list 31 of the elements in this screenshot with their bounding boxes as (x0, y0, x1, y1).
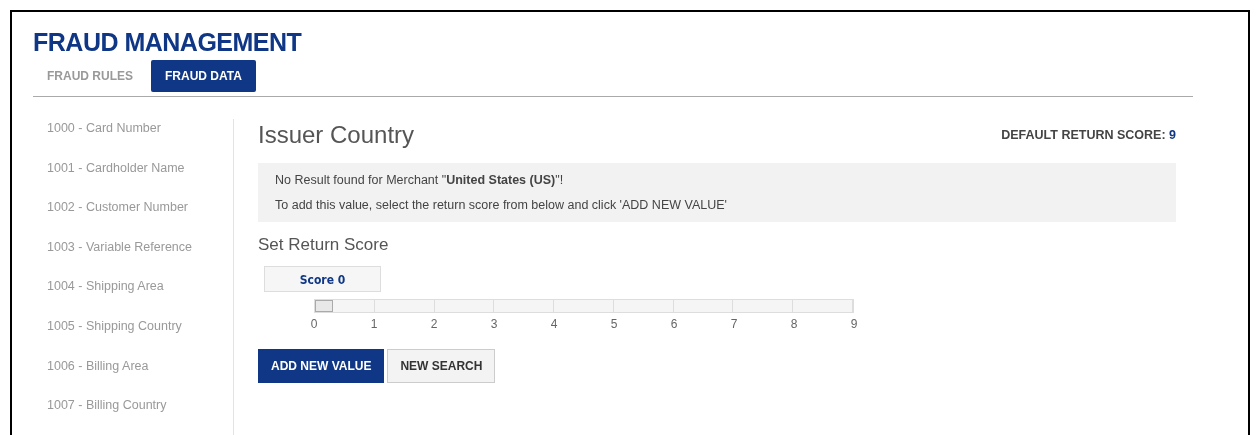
tick-label: 5 (610, 317, 618, 331)
tick-label: 3 (490, 317, 498, 331)
sidebar-item[interactable]: 1001 - Cardholder Name (47, 160, 185, 175)
slider-thumb[interactable] (315, 300, 333, 312)
score-tooltip: Score 0 (264, 266, 381, 292)
tick-label: 8 (790, 317, 798, 331)
section-heading: Issuer Country (258, 121, 415, 149)
page-title: FRAUD MANAGEMENT (33, 28, 303, 56)
section-label: Set Return Score (258, 235, 390, 255)
tab[interactable]: FRAUD RULES (33, 60, 147, 92)
notice-text: To add this value, select the return score from below and click 'ADD NEW VALUE' (275, 198, 728, 212)
sidebar-item[interactable]: 1006 - Billing Area (47, 358, 149, 373)
tick-label: 0 (310, 317, 318, 331)
sidebar-item[interactable]: 1004 - Shipping Area (47, 279, 164, 294)
sidebar-item[interactable]: 1005 - Shipping Country (47, 318, 182, 333)
tick-label: 7 (730, 317, 738, 331)
sidebar-item[interactable]: 1000 - Card Number (47, 121, 161, 135)
tick-label: 6 (670, 317, 678, 331)
action-button[interactable]: ADD NEW VALUE (258, 349, 385, 383)
tick-label: 4 (550, 317, 558, 331)
sidebar-item[interactable]: 1003 - Variable Reference (47, 239, 192, 254)
default-score-label: DEFAULT RETURN SCORE: 9 (1001, 128, 1176, 142)
tab[interactable]: FRAUD DATA (151, 60, 256, 92)
action-button[interactable]: NEW SEARCH (387, 349, 496, 383)
sidebar-item[interactable]: 1002 - Customer Number (47, 200, 189, 215)
sidebar-item[interactable]: 1007 - Billing Country (47, 398, 167, 413)
tick-label: 2 (430, 317, 438, 331)
tick-label: 1 (370, 317, 378, 331)
tick-label: 9 (850, 317, 858, 331)
notice-text: No Result found for Merchant "United States (US)"! (275, 173, 565, 187)
slider-track[interactable] (314, 299, 854, 313)
